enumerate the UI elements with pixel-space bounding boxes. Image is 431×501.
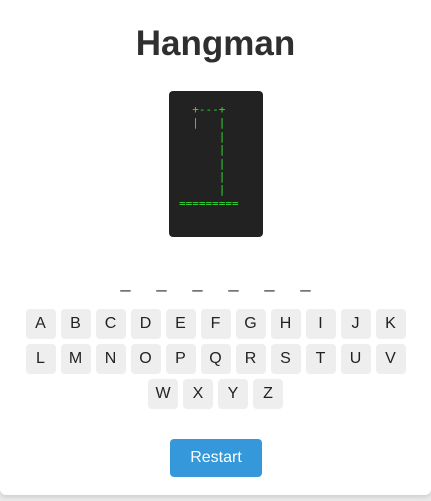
word-display: _ _ _ _ _ _ (0, 270, 431, 294)
keyboard-row: WXYZ (0, 379, 431, 409)
letter-key-o[interactable]: O (130, 344, 161, 374)
restart-button[interactable]: Restart (170, 439, 262, 477)
letter-key-i[interactable]: I (305, 309, 336, 339)
letter-keyboard: ABCDEFGHIJK LMNOPQRSTUV WXYZ (0, 309, 431, 414)
letter-key-x[interactable]: X (183, 379, 213, 409)
letter-key-v[interactable]: V (375, 344, 406, 374)
letter-key-r[interactable]: R (235, 344, 266, 374)
letter-key-l[interactable]: L (25, 344, 56, 374)
letter-key-f[interactable]: F (200, 309, 231, 339)
letter-key-j[interactable]: J (340, 309, 371, 339)
letter-key-b[interactable]: B (60, 309, 91, 339)
letter-slot: _ (228, 272, 239, 292)
letter-key-y[interactable]: Y (218, 379, 248, 409)
keyboard-row: ABCDEFGHIJK (0, 309, 431, 339)
letter-key-t[interactable]: T (305, 344, 336, 374)
letter-slot: _ (264, 272, 275, 292)
letter-key-a[interactable]: A (25, 309, 56, 339)
letter-slot: _ (156, 272, 167, 292)
letter-key-g[interactable]: G (235, 309, 266, 339)
letter-slot: _ (120, 272, 131, 292)
letter-key-s[interactable]: S (270, 344, 301, 374)
letter-key-u[interactable]: U (340, 344, 371, 374)
letter-key-n[interactable]: N (95, 344, 126, 374)
letter-key-c[interactable]: C (95, 309, 126, 339)
letter-key-k[interactable]: K (375, 309, 406, 339)
letter-key-h[interactable]: H (270, 309, 301, 339)
gallows-art: +---+ | | | | | | | ========= (179, 103, 239, 210)
letter-key-e[interactable]: E (165, 309, 196, 339)
letter-key-m[interactable]: M (60, 344, 91, 374)
letter-key-z[interactable]: Z (253, 379, 283, 409)
page-title: Hangman (135, 24, 296, 63)
game-card: Hangman +---+ | | | | | | | ========= _ _… (0, 0, 431, 495)
letter-slot: _ (300, 272, 311, 292)
letter-key-q[interactable]: Q (200, 344, 231, 374)
keyboard-row: LMNOPQRSTUV (0, 344, 431, 374)
letter-key-p[interactable]: P (165, 344, 196, 374)
letter-key-w[interactable]: W (148, 379, 178, 409)
letter-key-d[interactable]: D (130, 309, 161, 339)
gallows-display: +---+ | | | | | | | ========= (169, 91, 263, 237)
letter-slot: _ (192, 272, 203, 292)
